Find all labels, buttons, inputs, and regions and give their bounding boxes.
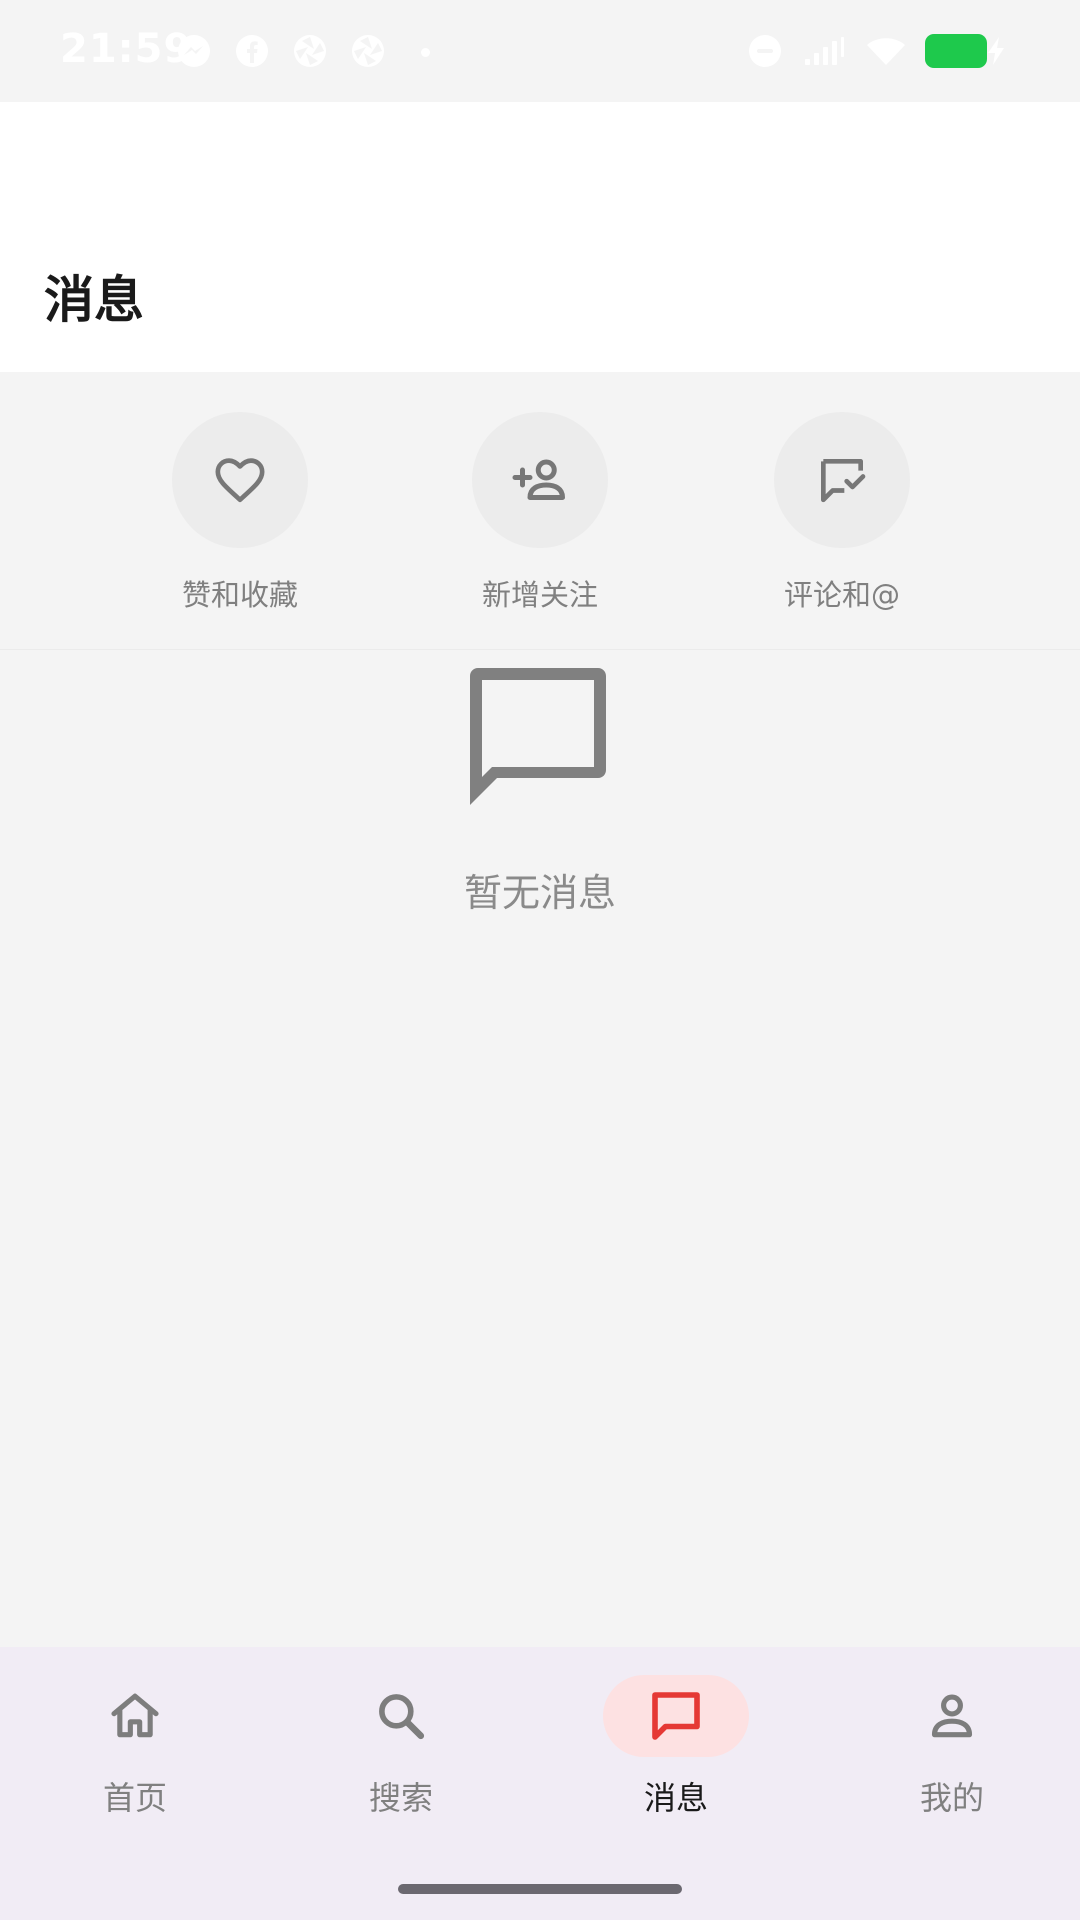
nav-label: 搜索 [368, 1779, 433, 1817]
do-not-disturb-icon [749, 35, 781, 67]
chat-bubble-icon [470, 668, 606, 805]
nav-item-home[interactable]: 首页 [0, 1647, 270, 1847]
person-icon [931, 1694, 973, 1738]
heart-icon [215, 458, 265, 503]
nav-label: 我的 [919, 1779, 984, 1817]
nav-label: 消息 [643, 1779, 708, 1817]
nav-item-profile[interactable]: 我的 [817, 1647, 1080, 1847]
person-add-icon [512, 459, 565, 500]
nav-pill [62, 1675, 208, 1757]
nav-pill-active [603, 1675, 749, 1757]
notification-dot-icon [421, 48, 430, 57]
home-icon [111, 1693, 159, 1738]
shortcut-label: 新增关注 [481, 578, 598, 612]
shortcut-icon-circle [172, 412, 308, 548]
search-icon [379, 1694, 425, 1740]
nav-item-messages[interactable]: 消息 [541, 1647, 811, 1847]
message-category-shortcuts: 赞和收藏 新增关注 评论和@ [0, 372, 1080, 650]
shortcut-comments-and-mentions[interactable]: 评论和@ [722, 412, 962, 622]
messages-screen: 21:59 消息 赞和收藏 新增关注 评论和@ 暂无消息 首页 搜索 消息 我的 [0, 0, 1080, 1920]
header: 消息 [0, 102, 1080, 372]
shortcut-new-followers[interactable]: 新增关注 [420, 412, 660, 622]
nav-label: 首页 [102, 1779, 167, 1817]
aperture-icon [294, 35, 326, 67]
nav-item-search[interactable]: 搜索 [266, 1647, 536, 1847]
shortcut-icon-circle [472, 412, 608, 548]
page-title: 消息 [44, 271, 144, 329]
comment-check-icon [821, 459, 866, 503]
shortcut-icon-circle [774, 412, 910, 548]
nav-pill [879, 1675, 1025, 1757]
shortcut-label: 赞和收藏 [181, 578, 298, 612]
wifi-icon [867, 38, 905, 65]
charging-bolt-icon [988, 37, 1004, 65]
signal-icon [805, 37, 844, 65]
home-indicator[interactable] [398, 1884, 682, 1894]
facebook-icon [236, 35, 268, 67]
messenger-icon [178, 35, 210, 67]
aperture-icon [352, 35, 384, 67]
nav-pill [328, 1675, 474, 1757]
empty-state-text: 暂无消息 [463, 871, 616, 915]
bottom-navigation: 首页 搜索 消息 我的 [0, 1647, 1080, 1920]
status-time: 21:59 [60, 26, 193, 72]
shortcut-label: 评论和@ [783, 578, 900, 612]
message-icon [652, 1692, 700, 1740]
status-bar: 21:59 [0, 0, 1080, 102]
battery-charging-icon [925, 34, 987, 68]
shortcut-likes-and-favorites[interactable]: 赞和收藏 [120, 412, 360, 622]
